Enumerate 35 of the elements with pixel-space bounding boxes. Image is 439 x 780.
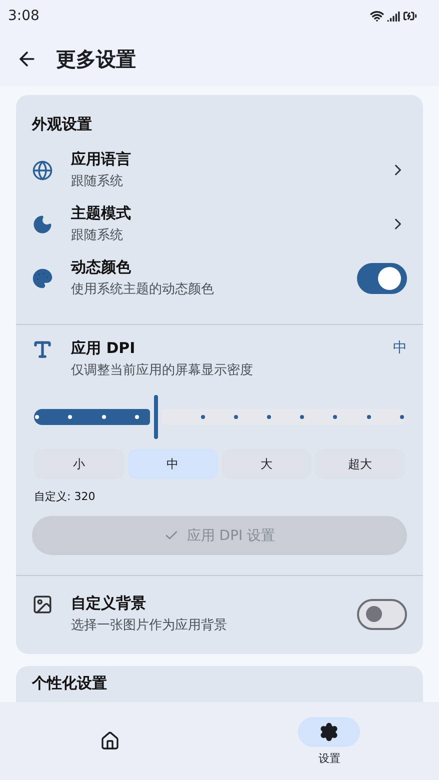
nav-tab[interactable] (298, 716, 360, 746)
current-value: 中 (393, 339, 407, 357)
setting-description: 仅调整当前应用的屏幕显示密度 (71, 362, 254, 379)
section-title: 个性化设置 (30, 673, 108, 694)
status-time: 3:08 (8, 8, 40, 24)
toggle-switch[interactable] (357, 598, 407, 630)
dpi-preset-button[interactable]: 超大 (315, 449, 405, 479)
setting-description: 使用系统主题的动态颜色 (71, 281, 215, 298)
page-title: 更多设置 (56, 46, 136, 72)
dpi-slider[interactable] (34, 395, 405, 439)
toggle-switch[interactable] (357, 262, 407, 294)
moon-icon (32, 214, 53, 234)
signal-icon (387, 10, 400, 22)
setting-description: 跟随系统 (71, 227, 124, 244)
slider-thumb[interactable] (154, 395, 158, 439)
setting-title: 自定义背景 (71, 594, 147, 613)
wifi-icon (370, 9, 384, 23)
text-size-icon (32, 339, 53, 360)
battery-icon (403, 9, 417, 23)
custom-dpi-value: 自定义: 320 (34, 489, 96, 504)
section-title: 外观设置 (30, 114, 93, 135)
dpi-preset-button[interactable]: 中 (128, 449, 218, 479)
setting-description: 跟随系统 (71, 173, 124, 190)
palette-icon (32, 268, 53, 288)
setting-title: 动态颜色 (71, 258, 132, 277)
setting-description: 选择一张图片作为应用背景 (71, 617, 228, 634)
nav-label: 设置 (318, 750, 340, 766)
image-icon (32, 594, 53, 615)
dpi-preset-button[interactable]: 小 (34, 449, 124, 479)
dpi-preset-button[interactable]: 大 (222, 449, 312, 479)
globe-icon (32, 160, 53, 180)
home-icon (100, 731, 120, 751)
setting-title: 应用语言 (71, 150, 132, 169)
setting-title: 主题模式 (71, 204, 132, 223)
setting-title: 应用 DPI (71, 339, 136, 358)
